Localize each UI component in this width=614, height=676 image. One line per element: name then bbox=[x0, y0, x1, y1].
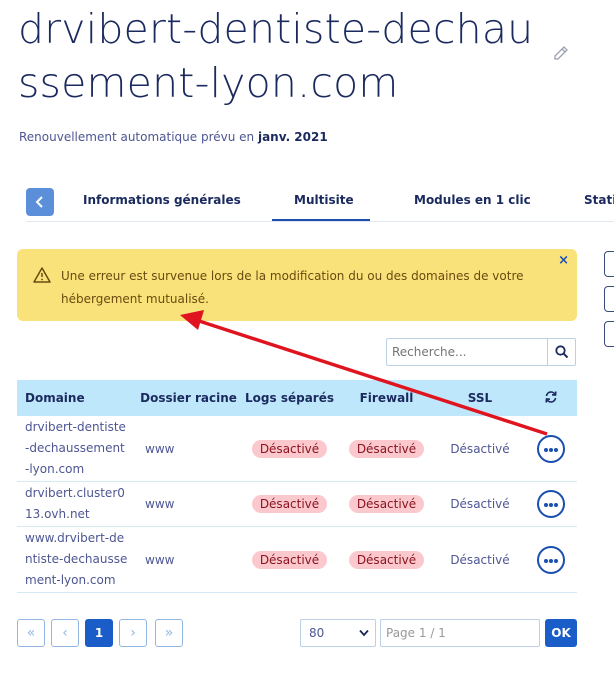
error-alert: Une erreur est survenue lors de la modif… bbox=[17, 249, 577, 321]
domain-line: -dechaussement bbox=[25, 441, 125, 455]
tabs-back-button[interactable] bbox=[26, 188, 54, 216]
tabs-bar: Informations générales Multisite Modules… bbox=[26, 186, 614, 222]
firewall-cell: Désactivé bbox=[338, 526, 435, 593]
search-box bbox=[386, 338, 576, 366]
domain-cell: drvibert.cluster0 13.ovh.net bbox=[17, 481, 136, 527]
root-cell: www bbox=[136, 481, 241, 527]
prev-page-button[interactable]: ‹ bbox=[51, 619, 79, 647]
next-page-button[interactable]: › bbox=[119, 619, 147, 647]
ssl-cell: Désactivé bbox=[435, 416, 525, 482]
firewall-status-badge: Désactivé bbox=[348, 550, 425, 569]
side-action-button-2[interactable] bbox=[604, 286, 614, 312]
side-action-button-3[interactable] bbox=[604, 321, 614, 347]
logs-status-badge: Désactivé bbox=[251, 550, 328, 569]
firewall-status-badge: Désactivé bbox=[348, 495, 425, 513]
page-number-input[interactable]: Page 1 / 1 bbox=[380, 619, 540, 647]
renewal-date: janv. 2021 bbox=[257, 130, 328, 144]
current-page-button[interactable]: 1 bbox=[85, 619, 113, 647]
actions-cell bbox=[525, 416, 577, 482]
column-header-ssl[interactable]: SSL bbox=[435, 380, 525, 416]
column-header-root[interactable]: Dossier racine bbox=[136, 380, 241, 416]
table-row: www.drvibert-de ntiste-dechausse ment-ly… bbox=[17, 526, 577, 593]
logs-cell: Désactivé bbox=[241, 481, 338, 527]
domain-line: 13.ovh.net bbox=[25, 507, 90, 521]
multisite-table: Domaine Dossier racine Logs séparés Fire… bbox=[17, 380, 577, 593]
table-row: drvibert-dentiste -dechaussement -lyon.c… bbox=[17, 416, 577, 482]
column-header-refresh[interactable] bbox=[525, 380, 577, 416]
tab-statistiques[interactable]: Stati bbox=[584, 193, 614, 207]
chevron-down-icon bbox=[359, 629, 369, 637]
domain-cell: www.drvibert-de ntiste-dechausse ment-ly… bbox=[17, 526, 136, 593]
refresh-icon[interactable] bbox=[544, 390, 558, 404]
close-icon[interactable]: × bbox=[558, 253, 569, 268]
column-header-domain[interactable]: Domaine bbox=[17, 380, 136, 416]
logs-status-badge: Désactivé bbox=[251, 439, 328, 458]
tab-informations-generales[interactable]: Informations générales bbox=[83, 193, 241, 207]
domain-line: drvibert-dentiste bbox=[25, 420, 126, 434]
alert-message: Une erreur est survenue lors de la modif… bbox=[61, 269, 524, 306]
domain-line: -lyon.com bbox=[25, 462, 85, 476]
last-page-button[interactable]: » bbox=[155, 619, 183, 647]
table-header-row: Domaine Dossier racine Logs séparés Fire… bbox=[17, 380, 577, 416]
pencil-icon[interactable] bbox=[552, 45, 570, 63]
column-header-logs[interactable]: Logs séparés bbox=[241, 380, 338, 416]
renewal-prefix: Renouvellement automatique prévu en bbox=[19, 130, 258, 144]
ssl-cell: Désactivé bbox=[435, 481, 525, 527]
firewall-status-badge: Désactivé bbox=[348, 439, 425, 458]
ssl-cell: Désactivé bbox=[435, 526, 525, 593]
logs-cell: Désactivé bbox=[241, 526, 338, 593]
domain-cell: drvibert-dentiste -dechaussement -lyon.c… bbox=[17, 416, 136, 482]
logs-cell: Désactivé bbox=[241, 416, 338, 482]
firewall-cell: Désactivé bbox=[338, 416, 435, 482]
per-page-select[interactable]: 80 bbox=[300, 619, 376, 647]
tab-multisite[interactable]: Multisite bbox=[294, 193, 354, 207]
actions-cell bbox=[525, 526, 577, 593]
domain-line: www.drvibert-de bbox=[25, 531, 125, 545]
renewal-info: Renouvellement automatique prévu en janv… bbox=[19, 130, 328, 144]
tab-modules-1-clic[interactable]: Modules en 1 clic bbox=[414, 193, 531, 207]
table-row: drvibert.cluster0 13.ovh.net www Désacti… bbox=[17, 481, 577, 527]
more-actions-button[interactable] bbox=[537, 545, 565, 574]
side-action-button-1[interactable] bbox=[604, 251, 614, 277]
root-cell: www bbox=[136, 526, 241, 593]
per-page-value: 80 bbox=[309, 626, 325, 640]
more-actions-button[interactable] bbox=[537, 434, 565, 463]
domain-line: ntiste-dechausse bbox=[25, 552, 128, 566]
ok-button[interactable]: OK bbox=[545, 619, 577, 647]
firewall-cell: Désactivé bbox=[338, 481, 435, 527]
search-button[interactable] bbox=[547, 339, 575, 365]
first-page-button[interactable]: « bbox=[17, 619, 45, 647]
active-tab-indicator bbox=[272, 219, 370, 221]
domain-line: drvibert.cluster0 bbox=[25, 486, 125, 500]
logs-status-badge: Désactivé bbox=[251, 495, 328, 513]
column-header-firewall[interactable]: Firewall bbox=[338, 380, 435, 416]
search-icon bbox=[555, 345, 569, 359]
warning-icon bbox=[33, 267, 51, 283]
more-actions-button[interactable] bbox=[537, 490, 565, 518]
domain-line: ment-lyon.com bbox=[25, 573, 116, 587]
root-cell: www bbox=[136, 416, 241, 482]
chevron-left-icon bbox=[35, 196, 43, 208]
actions-cell bbox=[525, 481, 577, 527]
page-title: drvibert-dentiste-dechaussement-lyon.com bbox=[18, 5, 534, 107]
search-input[interactable] bbox=[387, 339, 548, 365]
